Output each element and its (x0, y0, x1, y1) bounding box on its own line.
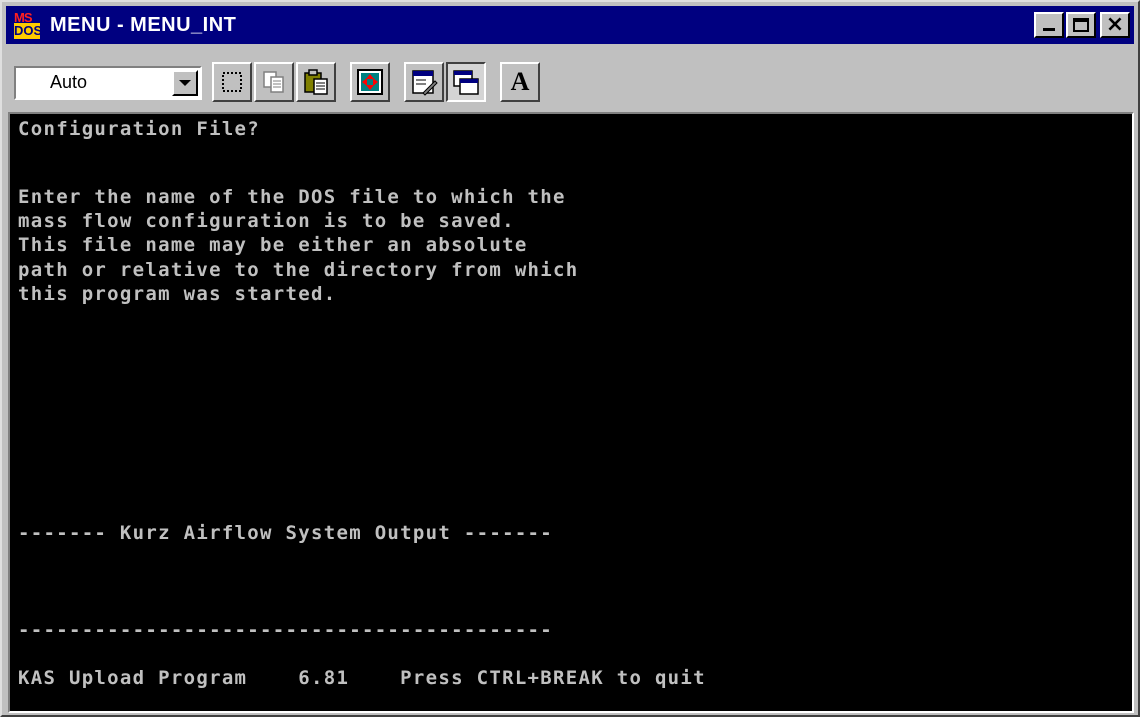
font-size-select[interactable]: Auto (14, 66, 202, 100)
output-header: ------- Kurz Airflow System Output -----… (18, 522, 554, 544)
icon-label-dos: DOS (14, 23, 43, 39)
paste-icon (304, 69, 328, 95)
help-line: This file name may be either an absolute (18, 234, 528, 256)
properties-button[interactable] (404, 62, 444, 102)
maximize-icon (1073, 18, 1089, 32)
dos-window: MS DOS MENU - MENU_INT × Auto A Configur… (0, 0, 1140, 717)
fullscreen-button[interactable] (350, 62, 390, 102)
copy-button[interactable] (254, 62, 294, 102)
window-controls: × (1032, 12, 1130, 38)
dropdown-button[interactable] (172, 70, 198, 96)
toolbar: Auto A (6, 48, 1134, 110)
paste-button[interactable] (296, 62, 336, 102)
mark-button[interactable] (212, 62, 252, 102)
minimize-icon (1043, 28, 1055, 31)
msdos-icon[interactable]: MS DOS (12, 10, 42, 40)
properties-icon (412, 70, 438, 96)
close-button[interactable]: × (1100, 12, 1130, 38)
status-line: KAS Upload Program 6.81 Press CTRL+BREAK… (18, 667, 706, 689)
background-button[interactable] (446, 62, 486, 102)
font-size-value: Auto (50, 72, 88, 92)
output-footer: ----------------------------------------… (18, 619, 554, 641)
prompt-title: Configuration File? (18, 118, 261, 140)
close-icon: × (1105, 12, 1125, 37)
font-button[interactable]: A (500, 62, 540, 102)
window-title: MENU - MENU_INT (50, 13, 237, 36)
chevron-down-icon (179, 80, 191, 86)
help-line: mass flow configuration is to be saved. (18, 210, 515, 232)
console-screen[interactable]: Configuration File? Enter the name of th… (8, 112, 1134, 713)
mark-icon (222, 72, 242, 92)
background-icon (453, 70, 479, 95)
help-line: this program was started. (18, 283, 337, 305)
fullscreen-icon (357, 69, 383, 95)
copy-icon (263, 71, 284, 93)
font-icon: A (510, 67, 530, 96)
minimize-button[interactable] (1034, 12, 1064, 38)
maximize-button[interactable] (1066, 12, 1096, 38)
help-line: Enter the name of the DOS file to which … (18, 186, 566, 208)
title-bar[interactable]: MS DOS MENU - MENU_INT × (6, 6, 1134, 44)
help-line: path or relative to the directory from w… (18, 259, 579, 281)
